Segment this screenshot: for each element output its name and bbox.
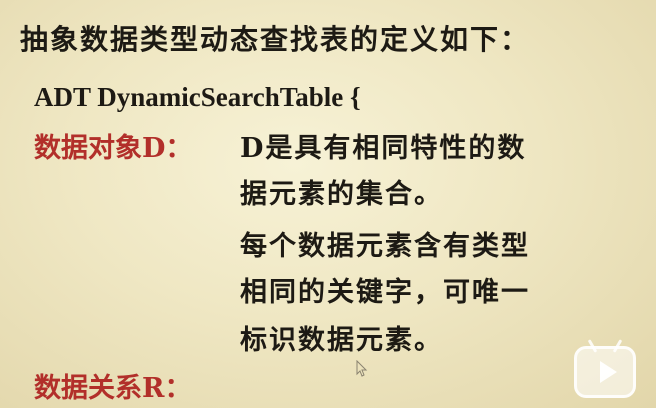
- adt-header: ADT DynamicSearchTable {: [34, 82, 361, 112]
- data-object-line: 标识数据元素。: [240, 325, 443, 356]
- data-object-line: 相同的关键字，可唯一: [240, 277, 530, 308]
- data-object-line: D是具有相同特性的数: [240, 133, 527, 164]
- play-triangle-icon: [600, 361, 617, 383]
- mouse-cursor-icon: [356, 360, 368, 377]
- data-object-line: 据元素的集合。: [240, 179, 443, 210]
- badge-ear-icon: [612, 339, 623, 353]
- slide-frame: 抽象数据类型动态查找表的定义如下： ADT DynamicSearchTable…: [0, 0, 656, 408]
- slide-title: 抽象数据类型动态查找表的定义如下：: [20, 23, 531, 56]
- bilibili-play-icon[interactable]: [574, 339, 636, 398]
- data-object-label: 数据对象D：: [34, 133, 193, 164]
- data-object-line: 每个数据元素含有类型: [240, 231, 530, 262]
- data-relation-label: 数据关系R：: [34, 373, 192, 404]
- badge-ear-icon: [587, 339, 598, 353]
